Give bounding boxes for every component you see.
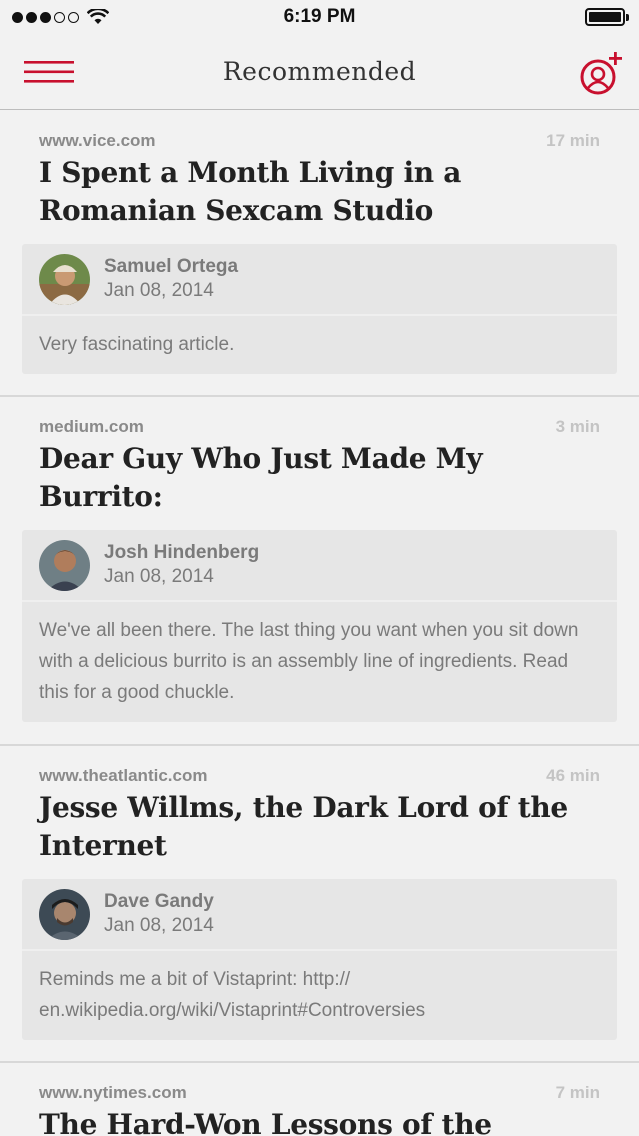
read-time: 7 min <box>555 1083 600 1102</box>
read-time: 17 min <box>546 131 600 150</box>
menu-button[interactable] <box>24 58 76 86</box>
add-user-button[interactable] <box>579 50 625 96</box>
article-card[interactable]: medium.com 3 min Dear Guy Who Just Made … <box>0 397 639 746</box>
status-bar: 6:19 PM <box>0 0 639 34</box>
add-user-icon <box>580 52 622 95</box>
article-meta: medium.com 3 min <box>22 417 617 437</box>
article-feed: www.vice.com 17 min I Spent a Month Livi… <box>0 111 639 1136</box>
read-time: 46 min <box>546 766 600 785</box>
recommender-name: Samuel Ortega <box>104 256 239 277</box>
recommendation-box: Josh Hindenberg Jan 08, 2014 We've all b… <box>22 530 617 722</box>
recommender-row[interactable]: Dave Gandy Jan 08, 2014 <box>22 879 617 951</box>
recommender-name: Dave Gandy <box>104 891 214 912</box>
avatar <box>39 539 90 591</box>
article-card[interactable]: www.nytimes.com 7 min The Hard-Won Lesso… <box>0 1063 639 1136</box>
article-source: www.theatlantic.com <box>39 766 208 785</box>
article-meta: www.vice.com 17 min <box>22 131 617 151</box>
status-time: 6:19 PM <box>283 6 356 27</box>
article-card[interactable]: www.vice.com 17 min I Spent a Month Livi… <box>0 111 639 397</box>
read-time: 3 min <box>555 417 600 436</box>
article-meta: www.theatlantic.com 46 min <box>22 766 617 786</box>
article-source: medium.com <box>39 417 144 436</box>
article-source: www.vice.com <box>39 131 156 150</box>
recommender-row[interactable]: Josh Hindenberg Jan 08, 2014 <box>22 530 617 602</box>
article-title[interactable]: Dear Guy Who Just Made My Burrito: <box>22 437 617 530</box>
recommender-row[interactable]: Samuel Ortega Jan 08, 2014 <box>22 244 617 316</box>
recommendation-date: Jan 08, 2014 <box>104 915 214 936</box>
article-title[interactable]: Jesse Willms, the Dark Lord of the Inter… <box>22 786 617 879</box>
hamburger-menu-icon <box>24 61 74 83</box>
recommendation-box: Samuel Ortega Jan 08, 2014 Very fascinat… <box>22 244 617 374</box>
page-title: Recommended <box>222 57 417 86</box>
article-title[interactable]: I Spent a Month Living in a Romanian Sex… <box>22 151 617 244</box>
article-card[interactable]: www.theatlantic.com 46 min Jesse Willms,… <box>0 746 639 1063</box>
recommendation-box: Dave Gandy Jan 08, 2014 Reminds me a bit… <box>22 879 617 1040</box>
recommendation-comment: We've all been there. The last thing you… <box>39 620 579 703</box>
recommendation-comment: Very fascinating article. <box>39 334 235 355</box>
nav-bar: Recommended <box>0 34 639 110</box>
recommender-name: Josh Hindenberg <box>104 542 260 563</box>
recommendation-comment: Reminds me a bit of Vistaprint: http:// … <box>39 969 426 1021</box>
article-meta: www.nytimes.com 7 min <box>22 1083 617 1103</box>
article-title[interactable]: The Hard-Won Lessons of the <box>22 1103 617 1136</box>
avatar <box>39 253 90 305</box>
avatar <box>39 888 90 940</box>
recommendation-date: Jan 08, 2014 <box>104 566 214 587</box>
recommendation-date: Jan 08, 2014 <box>104 280 214 301</box>
article-source: www.nytimes.com <box>39 1083 187 1102</box>
